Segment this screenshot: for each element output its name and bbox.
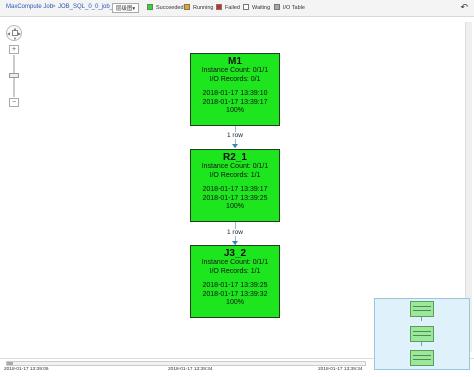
node-end-time: 2018-01-17 13:39:25 (202, 194, 268, 202)
node-start-time: 2018-01-17 13:39:10 (202, 90, 268, 97)
zoom-slider-handle[interactable] (9, 73, 19, 78)
breadcrumb-job-id[interactable]: JOB_SQL_0_0_job_0 (58, 4, 116, 10)
node-instance-count: Instance Count: 0/1/1 (201, 67, 269, 74)
node-progress: 100% (226, 299, 244, 306)
edge-label: 1 row (227, 229, 243, 236)
zoom-out-button[interactable]: − (9, 98, 19, 107)
node-io-records: I/O Records: 1/1 (209, 267, 261, 275)
legend-io-table: I/O Table (274, 4, 305, 12)
minimap-node (410, 326, 434, 342)
succeeded-swatch-icon (147, 4, 153, 10)
timeline-end-label: 2018-01-17 13:39:34 (318, 367, 363, 372)
node-name: J3_2 (223, 248, 247, 259)
edge-arrow-icon (232, 144, 238, 148)
timeline-slider-handle[interactable] (7, 362, 13, 365)
node-end-time: 2018-01-17 13:39:17 (202, 98, 268, 106)
node-name: M1 (228, 56, 242, 67)
minimap-edge (421, 317, 422, 321)
breadcrumb-separator: > (52, 4, 56, 10)
legend-label: Failed (225, 5, 240, 11)
minimap-edge (421, 342, 422, 346)
undo-icon[interactable]: ↶ (460, 2, 468, 13)
legend-label: Succeeded (156, 5, 184, 11)
job-node-m1[interactable]: M1 Instance Count: 0/1/1 I/O Records: 0/… (190, 53, 280, 126)
minimap[interactable] (374, 298, 470, 370)
pan-center-icon[interactable] (12, 30, 18, 36)
toolbar: MaxCompute Job > JOB_SQL_0_0_job_0 层级图▾ … (0, 0, 474, 17)
node-io-records: I/O Records: 1/1 (209, 171, 261, 179)
layout-select-button[interactable]: 层级图▾ (112, 3, 139, 13)
node-instance-count: Instance Count: 0/1/1 (201, 259, 269, 266)
node-progress: 100% (226, 203, 244, 210)
legend-waiting: Waiting (243, 4, 270, 12)
edge-label: 1 row (227, 132, 243, 139)
pan-left-icon[interactable]: ◀ (7, 31, 10, 36)
minimap-node (410, 301, 434, 317)
pan-right-icon[interactable]: ▶ (18, 31, 21, 36)
legend-failed: Failed (216, 4, 240, 12)
pan-control[interactable]: ▲ ▼ ◀ ▶ (6, 25, 22, 41)
running-swatch-icon (184, 4, 190, 10)
legend-label: Running (193, 5, 214, 11)
timeline-start-label: 2018-01-17 13:39:06 (4, 367, 49, 372)
zoom-in-button[interactable]: + (9, 45, 19, 54)
legend-label: Waiting (252, 5, 271, 11)
waiting-swatch-icon (243, 4, 249, 10)
failed-swatch-icon (216, 4, 222, 10)
job-node-j3-2[interactable]: J3_2 Instance Count: 0/1/1 I/O Records: … (190, 245, 280, 318)
timeline-mid-label: 2018-01-17 13:39:34 (168, 367, 213, 372)
breadcrumb-job[interactable]: MaxCompute Job (6, 4, 53, 10)
pan-down-icon[interactable]: ▼ (13, 36, 17, 41)
io-table-swatch-icon (274, 4, 280, 10)
node-name: R2_1 (223, 152, 247, 163)
node-start-time: 2018-01-17 13:39:17 (202, 186, 268, 193)
legend-running: Running (184, 4, 214, 12)
node-end-time: 2018-01-17 13:39:32 (202, 290, 268, 298)
timeline-slider[interactable] (6, 361, 366, 366)
node-start-time: 2018-01-17 13:39:25 (202, 282, 268, 289)
minimap-node (410, 350, 434, 366)
node-progress: 100% (226, 107, 244, 114)
legend-label: I/O Table (283, 5, 305, 11)
node-io-records: I/O Records: 0/1 (209, 75, 261, 83)
legend-succeeded: Succeeded (147, 4, 184, 12)
node-instance-count: Instance Count: 0/1/1 (201, 163, 269, 170)
job-node-r2-1[interactable]: R2_1 Instance Count: 0/1/1 I/O Records: … (190, 149, 280, 222)
